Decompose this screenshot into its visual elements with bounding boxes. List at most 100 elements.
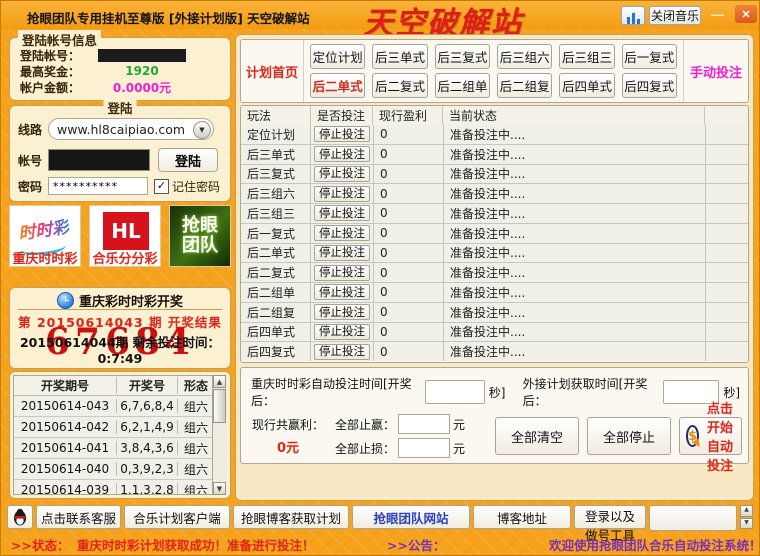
footer-button[interactable]: 合乐计划客户端 [124,505,230,529]
toggle-bet-button[interactable]: 停止投注 [314,126,370,142]
plan-button[interactable]: 后三组三 [559,44,614,69]
history-row[interactable]: 20150614-039 1,1,3,2,8 组六 [14,480,226,495]
plan-button[interactable]: 后三单式 [372,44,427,69]
clock-icon [57,292,74,309]
status-bar: >>状态： 重庆时时彩计划获取成功！准备进行投注！ >>公告： 欢迎使用抢眼团队… [1,532,759,556]
history-header-row: 开奖期号 开奖号 形态 [14,376,226,396]
plan-button[interactable]: 后四复式 [622,73,677,98]
bet-time-input[interactable] [425,380,485,404]
bet-table-row: 后一复式 停止投注 0 准备投注中.... [241,224,748,244]
bet-table-row: 后二单式 停止投注 0 准备投注中.... [241,244,748,264]
period-cell: 20150614-041 [14,441,117,455]
toggle-bet-button[interactable]: 停止投注 [314,205,370,221]
toggle-bet-button[interactable]: 停止投注 [314,186,370,202]
stop-win-input[interactable] [398,414,450,434]
bet-table-row: 定位计划 停止投注 0 准备投注中.... [241,125,748,145]
clear-all-button[interactable]: 全部清空 [495,417,579,455]
toggle-bet-button[interactable]: 停止投注 [314,146,370,162]
toggle-bet-button[interactable]: 停止投注 [314,284,370,300]
cqssc-caption: 重庆时时彩 [10,248,80,267]
profit-cell: 0 [374,125,444,144]
hele-caption: 合乐分分彩 [90,248,160,267]
minimize-button[interactable]: — [705,6,727,23]
spin-up-icon[interactable]: ▲ [740,505,753,517]
account-label: 帐号 [18,152,48,169]
scroll-down-icon[interactable]: ▼ [213,482,226,495]
history-row[interactable]: 20150614-040 0,3,9,2,3 组六 [14,459,226,480]
period-cell: 20150614-040 [14,462,117,476]
toggle-bet-button[interactable]: 停止投注 [314,225,370,241]
profit-cell: 0 [374,184,444,203]
qq-contact-icon[interactable] [7,505,33,529]
toggle-bet-button[interactable]: 停止投注 [314,324,370,340]
footer-button[interactable]: 抢眼博客获取计划 [233,505,349,529]
profit-cell: 0 [374,323,444,342]
close-button[interactable]: ✕ [735,5,757,23]
profit-cell: 0 [374,145,444,164]
toggle-bet-button[interactable]: 停止投注 [314,245,370,261]
plan-button[interactable]: 后四单式 [559,73,614,98]
line-select[interactable]: www.hl8caipiao.com ▼ [48,118,214,140]
title-bar: 抢眼团队专用挂机至尊版 [外接计划版] 天空破解站 天空破解站 关闭音乐 — ✕ [1,1,759,29]
status-text: 重庆时时彩计划获取成功！准备进行投注！ [77,535,315,554]
bet-time-label: 重庆时时彩自动投注时间[开奖后： [251,375,421,409]
footer-button[interactable]: 点击联系客服 [36,505,121,529]
account-info-group: 登陆帐号信息 登陆帐号： 最高奖金： 1920 帐户金额： 0.0000元 [9,37,231,101]
manual-bet-label[interactable]: 手动投注 [684,40,748,102]
plan-home-label[interactable]: 计划首页 [241,40,303,102]
stop-all-button[interactable]: 全部停止 [587,417,671,455]
close-music-button[interactable]: 关闭音乐 [649,6,701,25]
app-window: 抢眼团队专用挂机至尊版 [外接计划版] 天空破解站 天空破解站 关闭音乐 — ✕… [0,0,760,556]
profit-cell: 0 [374,263,444,282]
status-cell: 准备投注中.... [444,125,706,144]
history-row[interactable]: 20150614-043 6,7,6,8,4 组六 [14,396,226,417]
draw-panel-title: 重庆彩时时彩开奖 [79,291,183,310]
chevron-down-icon[interactable]: ▼ [193,121,211,139]
spin-down-icon[interactable]: ▼ [740,518,753,530]
bet-table-header: 玩法 是否投注 现行盈利 当前状态 [241,106,748,126]
history-rows: 20150614-043 6,7,6,8,4 组六 20150614-042 6… [14,396,226,495]
coin-dollar-icon: $ [686,425,699,447]
plan-button[interactable]: 后二组单 [435,73,490,98]
footer-button[interactable]: 博客地址 [473,505,571,529]
next-period-countdown: 20150614044期 剩余投注时间：0:7:49 [10,332,230,366]
history-scrollbar[interactable]: ▲ ▼ [212,375,227,495]
line-select-value: www.hl8caipiao.com [57,122,185,137]
start-auto-bet-button[interactable]: $ 点击开始自动投注 [679,417,742,455]
account-input-redacted[interactable] [48,149,150,171]
toggle-bet-button[interactable]: 停止投注 [314,166,370,182]
line-label: 线路 [18,121,48,138]
footer-button[interactable]: 抢眼团队网站 [352,505,470,529]
history-row[interactable]: 20150614-041 3,8,4,3,6 组六 [14,438,226,459]
play-name-cell: 后三单式 [241,145,311,164]
numbers-cell: 0,3,9,2,3 [117,462,178,476]
status-cell: 准备投注中.... [444,323,706,342]
plan-button[interactable]: 后三复式 [435,44,490,69]
notice-label: >>公告： [387,535,445,554]
plan-button[interactable]: 后一复式 [622,44,677,69]
plan-button-row-2: 后二单式后二复式后二组单后二组复后四单式后四复式 [310,73,677,98]
remember-password-checkbox[interactable]: ✓ [154,179,169,194]
plan-button[interactable]: 定位计划 [310,44,365,69]
bet-table-row: 后二复式 停止投注 0 准备投注中.... [241,263,748,283]
plan-button[interactable]: 后三组六 [497,44,552,69]
footer-button[interactable]: 登录以及做号工具 [574,505,646,529]
toggle-bet-button[interactable]: 停止投注 [314,265,370,281]
play-name-cell: 后四单式 [241,323,311,342]
history-row[interactable]: 20150614-042 6,2,1,4,9 组六 [14,417,226,438]
music-visualizer-icon[interactable] [621,6,645,25]
status-cell: 准备投注中.... [444,263,706,282]
stop-loss-input[interactable] [398,438,450,458]
plan-button[interactable]: 后二单式 [310,73,365,98]
plan-button[interactable]: 后二组复 [497,73,552,98]
password-input[interactable] [48,177,148,195]
plan-button[interactable]: 后二复式 [372,73,427,98]
scrollbar-thumb[interactable] [213,389,226,423]
status-label: >>状态： [11,535,69,554]
status-cell: 准备投注中.... [444,244,706,263]
scroll-up-icon[interactable]: ▲ [213,375,226,388]
footer-spinner[interactable]: ▲ ▼ [740,505,753,529]
toggle-bet-button[interactable]: 停止投注 [314,304,370,320]
toggle-bet-button[interactable]: 停止投注 [314,344,370,360]
login-button[interactable]: 登陆 [158,148,218,172]
